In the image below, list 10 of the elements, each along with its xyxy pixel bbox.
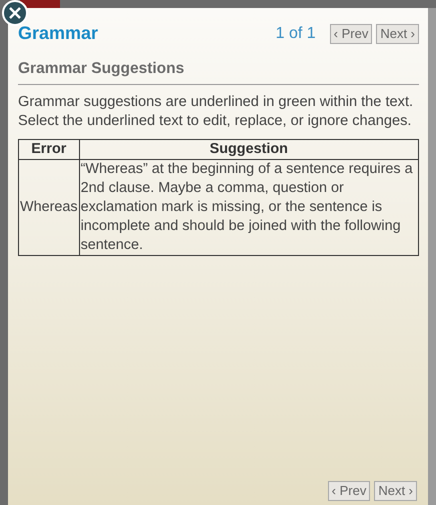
column-header: Suggestion bbox=[79, 140, 418, 160]
page-counter: 1 of 1 bbox=[276, 24, 316, 44]
close-icon bbox=[9, 7, 21, 19]
table-cell: Whereas bbox=[18, 160, 80, 256]
scrollbar[interactable] bbox=[428, 8, 436, 505]
intro-text: Grammar suggestions are underlined in green within the text. Select the underlined text to edit, replace, or ignore changes. bbox=[18, 93, 414, 132]
panel-title: Grammar bbox=[18, 22, 98, 45]
table-cell: “Whereas” at the beginning of a sentence requires a 2nd clause. Maybe a comma, question or exclamation mark is missing, or the sentence is incomplete and should be joined with the following sentence. bbox=[79, 160, 418, 256]
column-header: Error bbox=[18, 140, 80, 160]
section-heading: Grammar Suggestions bbox=[18, 57, 419, 86]
